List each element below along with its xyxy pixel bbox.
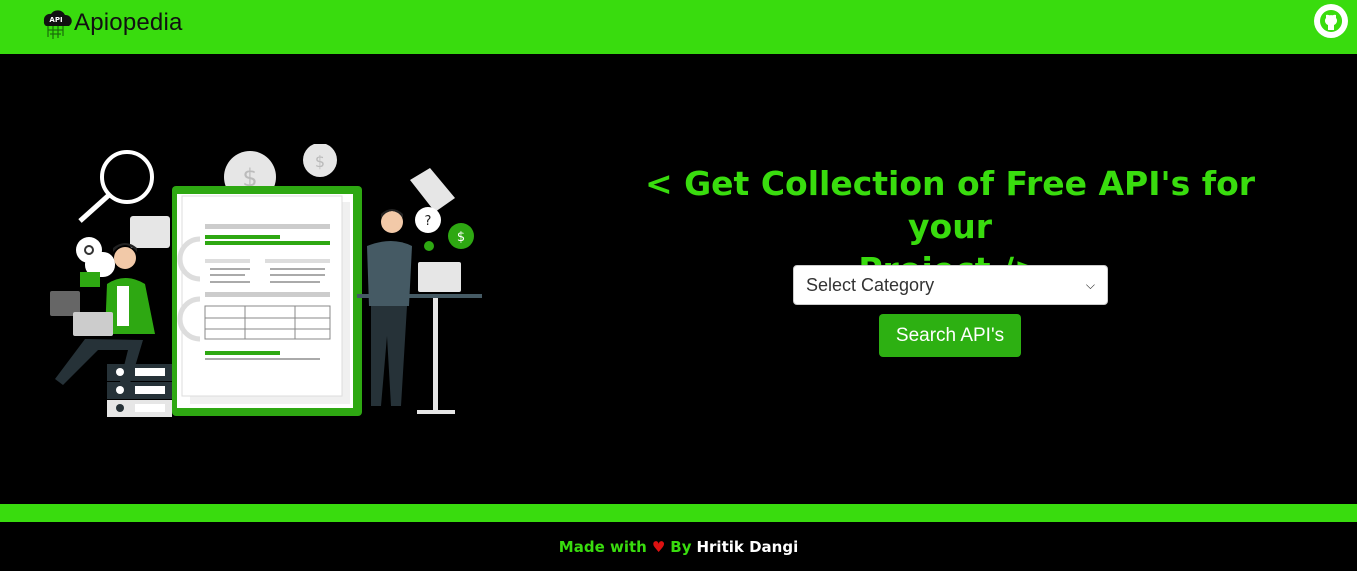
category-select[interactable]: Select Category ⌵ <box>793 265 1108 305</box>
footer: Made with ♥ By Hritik Dangi <box>0 522 1357 571</box>
category-select-wrapper: Select Category ⌵ <box>793 265 1108 305</box>
brand-link[interactable]: API Apiopedia <box>38 3 183 43</box>
headline-line-1: < Get Collection of Free API's for your <box>644 164 1256 246</box>
svg-text:$: $ <box>315 152 325 171</box>
footer-divider <box>0 504 1357 522</box>
navbar: API Apiopedia <box>0 0 1357 54</box>
hero-section: $ $ ? $ < Get Collection of Free API's f… <box>0 54 1357 504</box>
category-select-value: Select Category <box>806 274 935 295</box>
by-text: By <box>670 537 692 556</box>
chevron-down-icon: ⌵ <box>1085 277 1095 292</box>
github-icon[interactable] <box>1313 3 1349 39</box>
developers-with-document-illustration: $ $ ? $ <box>50 144 482 417</box>
search-api-button[interactable]: Search API's <box>879 314 1021 357</box>
svg-text:$: $ <box>457 230 465 245</box>
heart-icon: ♥ <box>651 537 666 556</box>
made-with-text: Made with <box>558 537 647 556</box>
brand-name: Apiopedia <box>74 9 183 36</box>
author-name: Hritik Dangi <box>696 537 799 556</box>
cloud-api-icon: API <box>43 10 72 39</box>
logo-text: API <box>49 16 62 24</box>
svg-text:?: ? <box>425 214 432 229</box>
